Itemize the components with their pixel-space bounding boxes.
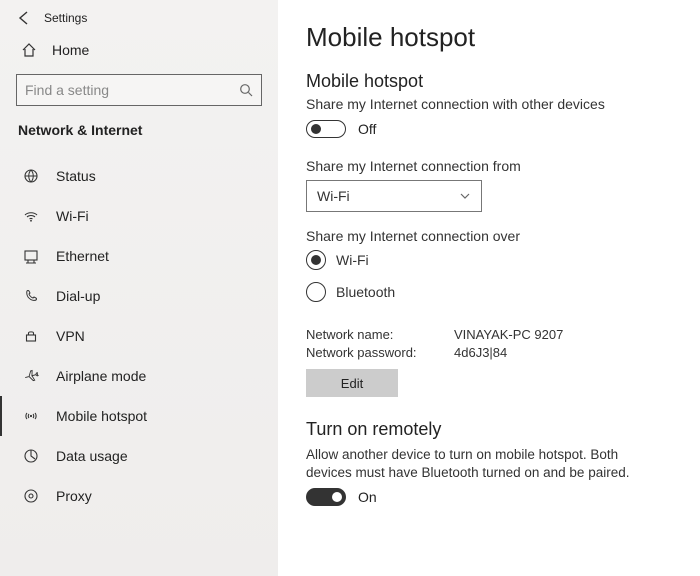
toggle-knob [332, 492, 342, 502]
home-label: Home [52, 42, 89, 58]
sidebar-item-label: Ethernet [56, 248, 109, 264]
radio-bluetooth-row[interactable]: Bluetooth [306, 282, 672, 302]
sidebar-item-vpn[interactable]: VPN [0, 316, 278, 356]
sidebar-item-label: Airplane mode [56, 368, 146, 384]
arrow-left-icon [16, 10, 32, 26]
home-link[interactable]: Home [0, 32, 278, 66]
chart-icon [22, 448, 40, 464]
hotspot-toggle-row: Off [306, 120, 672, 138]
hotspot-toggle[interactable] [306, 120, 346, 138]
toggle-knob [311, 124, 321, 134]
content-pane: Mobile hotspot Mobile hotspot Share my I… [278, 0, 700, 576]
hotspot-icon [22, 408, 40, 424]
radio-wifi[interactable] [306, 250, 326, 270]
sidebar-item-ethernet[interactable]: Ethernet [0, 236, 278, 276]
search-input[interactable] [17, 75, 261, 105]
share-from-dropdown[interactable]: Wi-Fi [306, 180, 482, 212]
wifi-icon [22, 208, 40, 224]
hotspot-section-title: Mobile hotspot [306, 71, 672, 92]
share-over-label: Share my Internet connection over [306, 228, 672, 244]
network-password-value: 4d6J3|84 [454, 345, 507, 360]
ethernet-icon [22, 248, 40, 264]
sidebar-item-status[interactable]: Status [0, 156, 278, 196]
radio-wifi-row[interactable]: Wi-Fi [306, 250, 672, 270]
network-name-value: VINAYAK-PC 9207 [454, 327, 563, 342]
hotspot-desc: Share my Internet connection with other … [306, 96, 672, 112]
lock-icon [22, 328, 40, 344]
sidebar-item-label: Wi-Fi [56, 208, 89, 224]
settings-window: Settings Home Network & Internet Status [0, 0, 700, 576]
remote-toggle-label: On [358, 489, 377, 505]
radio-wifi-label: Wi-Fi [336, 252, 369, 268]
header-row: Settings [0, 0, 278, 32]
network-name-row: Network name: VINAYAK-PC 9207 [306, 327, 672, 342]
sidebar-item-label: Mobile hotspot [56, 408, 147, 424]
home-icon [20, 42, 38, 58]
hotspot-toggle-label: Off [358, 121, 376, 137]
sidebar-item-airplane[interactable]: Airplane mode [0, 356, 278, 396]
sidebar-item-label: Status [56, 168, 96, 184]
sidebar-item-label: VPN [56, 328, 85, 344]
share-from-value: Wi-Fi [317, 188, 350, 204]
sidebar-item-proxy[interactable]: Proxy [0, 476, 278, 516]
app-caption: Settings [44, 11, 87, 25]
sidebar: Settings Home Network & Internet Status [0, 0, 278, 576]
globe-icon [22, 168, 40, 184]
remote-toggle[interactable] [306, 488, 346, 506]
chevron-down-icon [459, 190, 471, 202]
page-title: Mobile hotspot [306, 22, 672, 53]
sidebar-item-hotspot[interactable]: Mobile hotspot [0, 396, 278, 436]
phone-icon [22, 288, 40, 304]
share-from-label: Share my Internet connection from [306, 158, 672, 174]
remote-toggle-row: On [306, 488, 672, 506]
search-box[interactable] [16, 74, 262, 106]
proxy-icon [22, 488, 40, 504]
sidebar-item-datausage[interactable]: Data usage [0, 436, 278, 476]
sidebar-category: Network & Internet [0, 116, 278, 148]
search-wrap [0, 66, 278, 116]
search-icon [239, 83, 253, 97]
sidebar-item-label: Proxy [56, 488, 92, 504]
network-name-label: Network name: [306, 327, 454, 342]
sidebar-nav: Status Wi-Fi Ethernet Dial-up VPN Airpla… [0, 148, 278, 516]
sidebar-item-label: Data usage [56, 448, 128, 464]
sidebar-item-wifi[interactable]: Wi-Fi [0, 196, 278, 236]
sidebar-item-dialup[interactable]: Dial-up [0, 276, 278, 316]
spacer [306, 314, 672, 324]
radio-bluetooth-label: Bluetooth [336, 284, 395, 300]
radio-bluetooth[interactable] [306, 282, 326, 302]
remote-desc: Allow another device to turn on mobile h… [306, 446, 666, 482]
edit-button[interactable]: Edit [306, 369, 398, 397]
airplane-icon [22, 368, 40, 384]
back-button[interactable] [4, 4, 44, 32]
sidebar-item-label: Dial-up [56, 288, 100, 304]
remote-title: Turn on remotely [306, 419, 672, 440]
network-password-label: Network password: [306, 345, 454, 360]
network-password-row: Network password: 4d6J3|84 [306, 345, 672, 360]
